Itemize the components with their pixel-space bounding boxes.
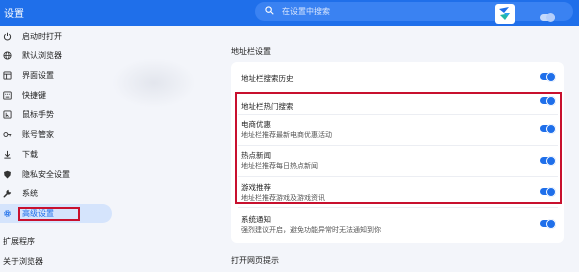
- keyboard-icon: [3, 91, 12, 100]
- sidebar-item-label: 隐私安全设置: [22, 170, 70, 179]
- setting-title: 系统通知: [241, 215, 271, 224]
- sidebar-item-startup[interactable]: 启动时打开: [0, 27, 112, 46]
- extensions-link[interactable]: 扩展程序: [3, 236, 35, 247]
- sidebar-item-label: 下载: [22, 150, 38, 159]
- sidebar-item-label: 界面设置: [22, 71, 54, 80]
- key-icon: [3, 130, 12, 139]
- toggle-knob: [548, 221, 554, 227]
- sidebar-item-label: 系统: [22, 189, 38, 198]
- download-icon: [3, 150, 12, 159]
- search-icon: [265, 6, 274, 15]
- toggle-knob: [548, 74, 554, 80]
- highlight-box: [235, 92, 562, 204]
- setting-title: 地址栏搜索历史: [241, 74, 294, 83]
- sidebar-item-label: 鼠标手势: [22, 110, 54, 119]
- sidebar-item-account[interactable]: 账号管家: [0, 125, 112, 144]
- sidebar-item-download[interactable]: 下载: [0, 145, 112, 164]
- title-bar: 设置: [0, 0, 579, 26]
- settings-window: 设置 启动时打开 默认浏览器: [0, 0, 579, 272]
- divider: [238, 207, 558, 208]
- sidebar-item-shortcuts[interactable]: 快捷键: [0, 86, 112, 105]
- setting-description: 强烈建议开启，避免功能异常时无法通知到你: [241, 226, 381, 234]
- sidebar-item-label: 快捷键: [22, 91, 46, 100]
- section-title: 地址栏设置: [231, 47, 271, 56]
- browser-logo-icon: [495, 4, 515, 24]
- power-icon: [3, 32, 12, 41]
- sidebar-item-label: 账号管家: [22, 130, 54, 139]
- shield-icon: [3, 170, 12, 179]
- active-item-highlight: [18, 207, 80, 221]
- search-input[interactable]: [282, 5, 492, 18]
- sidebar-item-default-browser[interactable]: 默认浏览器: [0, 46, 112, 65]
- sidebar-item-label: 启动时打开: [22, 32, 62, 41]
- blurred-area: [112, 58, 196, 108]
- wrench-icon: [3, 189, 12, 198]
- gear-icon: [3, 209, 12, 218]
- sidebar-item-privacy[interactable]: 隐私安全设置: [0, 165, 112, 184]
- toggle-search-history[interactable]: [540, 71, 556, 82]
- setting-row-system-notify: 系统通知 强烈建议开启，避免功能异常时无法通知到你: [232, 209, 562, 240]
- sidebar-item-system[interactable]: 系统: [0, 184, 112, 203]
- globe-icon: [3, 51, 12, 60]
- sidebar-item-mouse-gestures[interactable]: 鼠标手势: [0, 105, 112, 124]
- section-title-next: 打开网页提示: [231, 256, 279, 265]
- page-title: 设置: [4, 9, 24, 20]
- sidebar-item-label: 默认浏览器: [22, 51, 62, 60]
- layout-icon: [3, 71, 12, 80]
- about-link[interactable]: 关于浏览器: [3, 256, 43, 267]
- toggle-partial[interactable]: [540, 13, 555, 22]
- search-box[interactable]: [255, 2, 573, 21]
- setting-row-search-history: 地址栏搜索历史: [232, 64, 562, 95]
- mouse-icon: [3, 110, 12, 119]
- sidebar-item-interface[interactable]: 界面设置: [0, 66, 112, 85]
- toggle-system-notify[interactable]: [540, 218, 556, 229]
